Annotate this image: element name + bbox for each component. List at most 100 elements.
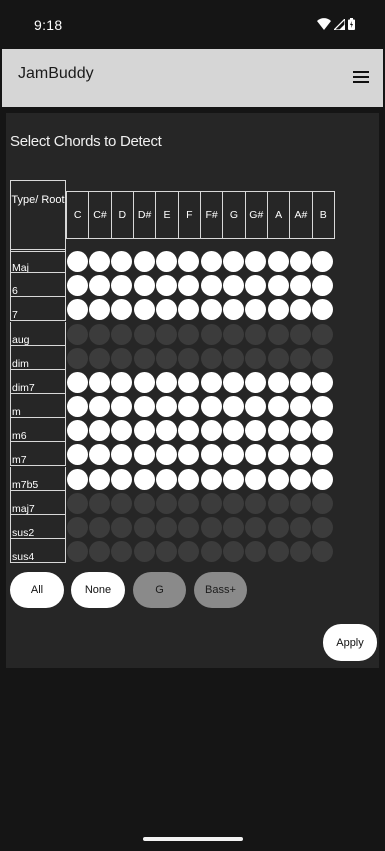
chord-toggle-a-aug[interactable]	[267, 323, 289, 345]
chord-toggle-f-sharp-m7[interactable]	[200, 444, 222, 466]
chord-toggle-c-sharp-6[interactable]	[89, 275, 111, 297]
chord-toggle-g-sharp-maj[interactable]	[245, 251, 267, 272]
chord-toggle-a-sharp-m7[interactable]	[290, 444, 312, 466]
chord-toggle-a-sharp-dim7[interactable]	[290, 371, 312, 393]
chord-toggle-e-m[interactable]	[156, 396, 178, 418]
chord-toggle-c-sharp-m7b5[interactable]	[89, 468, 111, 490]
select-none-button[interactable]: None	[71, 572, 125, 608]
chord-toggle-f-m[interactable]	[178, 396, 200, 418]
chord-toggle-g-sharp-6[interactable]	[245, 275, 267, 297]
chord-toggle-e-6[interactable]	[156, 275, 178, 297]
chord-toggle-c-m7b5[interactable]	[66, 468, 88, 490]
chord-toggle-d-6[interactable]	[111, 275, 133, 297]
chord-toggle-f-sharp-dim[interactable]	[200, 347, 222, 369]
chord-toggle-b-maj[interactable]	[312, 251, 334, 272]
chord-toggle-c-sharp-sus4[interactable]	[89, 541, 111, 563]
chord-toggle-a-m7[interactable]	[267, 444, 289, 466]
chord-toggle-g-7[interactable]	[223, 299, 245, 321]
chord-toggle-b-m6[interactable]	[312, 420, 334, 442]
chord-toggle-b-sus4[interactable]	[312, 541, 334, 563]
chord-toggle-g-dim[interactable]	[223, 347, 245, 369]
chord-toggle-d-sharp-maj[interactable]	[133, 251, 155, 272]
chord-toggle-e-m7b5[interactable]	[156, 468, 178, 490]
chord-toggle-c-6[interactable]	[66, 275, 88, 297]
chord-toggle-a-maj[interactable]	[267, 251, 289, 272]
chord-toggle-g-sharp-dim7[interactable]	[245, 371, 267, 393]
chord-toggle-g-sharp-m7b5[interactable]	[245, 468, 267, 490]
chord-toggle-c-sharp-maj7[interactable]	[89, 492, 111, 514]
key-g-button[interactable]: G	[133, 572, 186, 608]
chord-toggle-b-dim7[interactable]	[312, 371, 334, 393]
chord-toggle-g-sus2[interactable]	[223, 516, 245, 538]
chord-toggle-f-sharp-m[interactable]	[200, 396, 222, 418]
chord-toggle-f-sharp-7[interactable]	[200, 299, 222, 321]
chord-toggle-g-sus4[interactable]	[223, 541, 245, 563]
chord-toggle-e-dim[interactable]	[156, 347, 178, 369]
chord-toggle-d-m[interactable]	[111, 396, 133, 418]
chord-toggle-g-m[interactable]	[223, 396, 245, 418]
chord-toggle-g-aug[interactable]	[223, 323, 245, 345]
chord-toggle-g-sharp-sus2[interactable]	[245, 516, 267, 538]
chord-toggle-f-7[interactable]	[178, 299, 200, 321]
chord-toggle-a-m7b5[interactable]	[267, 468, 289, 490]
chord-toggle-a-sharp-m[interactable]	[290, 396, 312, 418]
chord-toggle-g-m7b5[interactable]	[223, 468, 245, 490]
chord-toggle-g-sharp-m6[interactable]	[245, 420, 267, 442]
chord-toggle-a-m6[interactable]	[267, 420, 289, 442]
chord-toggle-c-m7[interactable]	[66, 444, 88, 466]
chord-toggle-d-dim[interactable]	[111, 347, 133, 369]
hamburger-menu-icon[interactable]	[353, 71, 369, 85]
chord-toggle-c-sus2[interactable]	[66, 516, 88, 538]
chord-toggle-f-sus2[interactable]	[178, 516, 200, 538]
chord-toggle-g-maj7[interactable]	[223, 492, 245, 514]
chord-toggle-a-6[interactable]	[267, 275, 289, 297]
chord-toggle-d-aug[interactable]	[111, 323, 133, 345]
bass-plus-button[interactable]: Bass+	[194, 572, 247, 608]
chord-toggle-d-sharp-maj7[interactable]	[133, 492, 155, 514]
chord-toggle-d-sharp-sus4[interactable]	[133, 541, 155, 563]
chord-toggle-c-dim7[interactable]	[66, 371, 88, 393]
chord-toggle-c-sharp-dim7[interactable]	[89, 371, 111, 393]
select-all-button[interactable]: All	[10, 572, 64, 608]
chord-toggle-a-sharp-maj7[interactable]	[290, 492, 312, 514]
chord-toggle-a-sharp-m7b5[interactable]	[290, 468, 312, 490]
chord-toggle-d-sus2[interactable]	[111, 516, 133, 538]
chord-toggle-e-sus2[interactable]	[156, 516, 178, 538]
chord-toggle-f-m7[interactable]	[178, 444, 200, 466]
navigation-handle[interactable]	[143, 837, 243, 841]
chord-toggle-f-sus4[interactable]	[178, 541, 200, 563]
chord-toggle-f-6[interactable]	[178, 275, 200, 297]
chord-toggle-b-sus2[interactable]	[312, 516, 334, 538]
chord-toggle-d-7[interactable]	[111, 299, 133, 321]
chord-toggle-d-sharp-7[interactable]	[133, 299, 155, 321]
chord-toggle-c-sharp-m6[interactable]	[89, 420, 111, 442]
chord-toggle-a-sharp-m6[interactable]	[290, 420, 312, 442]
chord-toggle-d-m7[interactable]	[111, 444, 133, 466]
chord-toggle-f-sharp-6[interactable]	[200, 275, 222, 297]
chord-toggle-d-sharp-dim[interactable]	[133, 347, 155, 369]
chord-toggle-d-maj7[interactable]	[111, 492, 133, 514]
chord-toggle-e-maj7[interactable]	[156, 492, 178, 514]
chord-toggle-f-sharp-m6[interactable]	[200, 420, 222, 442]
chord-toggle-a-sharp-sus4[interactable]	[290, 541, 312, 563]
apply-button[interactable]: Apply	[323, 624, 377, 661]
chord-toggle-g-sharp-7[interactable]	[245, 299, 267, 321]
chord-toggle-g-dim7[interactable]	[223, 371, 245, 393]
chord-toggle-g-6[interactable]	[223, 275, 245, 297]
chord-toggle-g-sharp-maj7[interactable]	[245, 492, 267, 514]
chord-toggle-g-sharp-dim[interactable]	[245, 347, 267, 369]
chord-toggle-b-m7[interactable]	[312, 444, 334, 466]
chord-toggle-a-sharp-aug[interactable]	[290, 323, 312, 345]
chord-toggle-e-7[interactable]	[156, 299, 178, 321]
chord-toggle-b-maj7[interactable]	[312, 492, 334, 514]
chord-toggle-a-sharp-7[interactable]	[290, 299, 312, 321]
chord-toggle-f-sharp-m7b5[interactable]	[200, 468, 222, 490]
chord-toggle-c-sharp-m7[interactable]	[89, 444, 111, 466]
chord-toggle-g-m6[interactable]	[223, 420, 245, 442]
chord-toggle-d-sharp-sus2[interactable]	[133, 516, 155, 538]
chord-toggle-c-sharp-7[interactable]	[89, 299, 111, 321]
chord-toggle-d-sus4[interactable]	[111, 541, 133, 563]
chord-toggle-a-sus4[interactable]	[267, 541, 289, 563]
chord-toggle-c-sharp-sus2[interactable]	[89, 516, 111, 538]
chord-toggle-d-dim7[interactable]	[111, 371, 133, 393]
